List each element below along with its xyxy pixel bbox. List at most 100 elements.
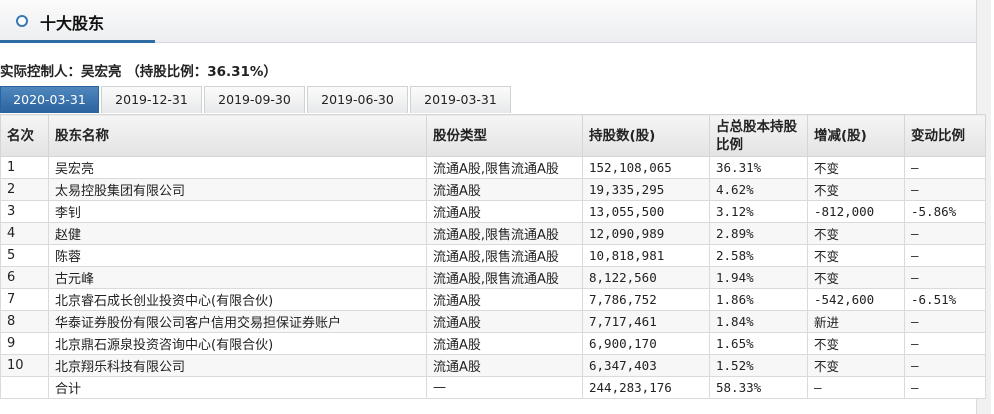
table-header-row: 名次 股东名称 股份类型 持股数(股) 占总股本持股比例 增减(股) 变动比例: [0, 114, 986, 157]
change-cell: —: [807, 376, 905, 399]
change-cell: 不变: [807, 354, 905, 377]
ratio-cell: 58.33%: [709, 376, 808, 399]
change-ratio-cell: —: [904, 354, 986, 377]
table-row: 7 北京睿石成长创业投资中心(有限合伙) 流通A股 7,786,752 1.86% -54…: [0, 288, 986, 311]
table-row: 2 太易控股集团有限公司 流通A股 19,335,295 4.62% 不变 —: [0, 178, 986, 201]
shareholders-table: 名次 股东名称 股份类型 持股数(股) 占总股本持股比例 增减(股) 变动比例 …: [0, 114, 986, 399]
actual-controller-text: 实际控制人：吴宏亮 （持股比例：36.31%）: [0, 64, 277, 80]
change-cell: 不变: [807, 244, 905, 267]
rank-cell: 3: [0, 200, 49, 223]
ratio-cell: 1.52%: [709, 354, 808, 377]
shareholder-name-cell: 古元峰: [48, 266, 427, 289]
change-ratio-cell: —: [904, 310, 986, 333]
shareholder-name-cell: 吴宏亮: [48, 156, 427, 179]
change-cell: 不变: [807, 178, 905, 201]
shareholder-name-cell: 太易控股集团有限公司: [48, 178, 427, 201]
shares-cell: 6,900,170: [582, 332, 710, 355]
table-row: 8 华泰证券股份有限公司客户信用交易担保证券账户 流通A股 7,717,461 1.84…: [0, 310, 986, 333]
col-rank-header: 名次: [0, 114, 49, 157]
col-shares-header: 持股数(股): [582, 114, 710, 157]
ratio-cell: 2.89%: [709, 222, 808, 245]
share-type-cell: 流通A股,限售流通A股: [426, 222, 583, 245]
rank-cell: 9: [0, 332, 49, 355]
shares-cell: 7,786,752: [582, 288, 710, 311]
tab-2019-03-31[interactable]: 2019-03-31: [410, 86, 511, 113]
tab-2019-06-30[interactable]: 2019-06-30: [307, 86, 408, 113]
section-title: 十大股东: [40, 14, 105, 33]
ratio-cell: 1.65%: [709, 332, 808, 355]
title-underline: [0, 40, 155, 43]
shareholder-name-cell: 赵健: [48, 222, 427, 245]
table-row: 5 陈蓉 流通A股,限售流通A股 10,818,981 2.58% 不变 —: [0, 244, 986, 267]
change-cell: -542,600: [807, 288, 905, 311]
rank-cell: 8: [0, 310, 49, 333]
ratio-cell: 36.31%: [709, 156, 808, 179]
shareholder-name-cell: 李钊: [48, 200, 427, 223]
change-ratio-cell: —: [904, 178, 986, 201]
shareholder-name-cell: 北京鼎石源泉投资咨询中心(有限合伙): [48, 332, 427, 355]
change-cell: 不变: [807, 266, 905, 289]
shareholder-name-cell: 华泰证券股份有限公司客户信用交易担保证券账户: [48, 310, 427, 333]
shares-cell: 8,122,560: [582, 266, 710, 289]
share-type-cell: 流通A股: [426, 354, 583, 377]
rank-cell: 5: [0, 244, 49, 267]
change-ratio-cell: —: [904, 376, 986, 399]
ratio-cell: 2.58%: [709, 244, 808, 267]
shares-cell: 12,090,989: [582, 222, 710, 245]
share-type-cell: —: [426, 376, 583, 399]
shares-cell: 10,818,981: [582, 244, 710, 267]
ratio-cell: 4.62%: [709, 178, 808, 201]
change-cell: 不变: [807, 222, 905, 245]
share-type-cell: 流通A股: [426, 178, 583, 201]
ratio-cell: 1.94%: [709, 266, 808, 289]
circle-bullet-icon: [16, 15, 28, 27]
rank-cell: [0, 376, 49, 399]
ratio-cell: 1.84%: [709, 310, 808, 333]
change-ratio-cell: -5.86%: [904, 200, 986, 223]
shares-cell: 19,335,295: [582, 178, 710, 201]
share-type-cell: 流通A股: [426, 310, 583, 333]
change-ratio-cell: —: [904, 244, 986, 267]
shareholder-name-cell: 北京睿石成长创业投资中心(有限合伙): [48, 288, 427, 311]
table-row: 6 古元峰 流通A股,限售流通A股 8,122,560 1.94% 不变 —: [0, 266, 986, 289]
share-type-cell: 流通A股: [426, 200, 583, 223]
tab-2020-03-31[interactable]: 2020-03-31: [0, 86, 99, 113]
ratio-cell: 3.12%: [709, 200, 808, 223]
shares-cell: 7,717,461: [582, 310, 710, 333]
change-ratio-cell: -6.51%: [904, 288, 986, 311]
rank-cell: 2: [0, 178, 49, 201]
share-type-cell: 流通A股,限售流通A股: [426, 266, 583, 289]
change-cell: -812,000: [807, 200, 905, 223]
total-row: 合计 —244,283,176 58.33% — —: [0, 376, 986, 399]
share-type-cell: 流通A股: [426, 332, 583, 355]
shares-cell: 13,055,500: [582, 200, 710, 223]
tab-2019-12-31[interactable]: 2019-12-31: [101, 86, 202, 113]
table-row: 4 赵健 流通A股,限售流通A股 12,090,989 2.89% 不变 —: [0, 222, 986, 245]
change-cell: 不变: [807, 332, 905, 355]
shareholder-name-cell: 合计: [48, 376, 427, 399]
rank-cell: 1: [0, 156, 49, 179]
col-ratio-header: 占总股本持股比例: [709, 114, 808, 157]
share-type-cell: 流通A股,限售流通A股: [426, 244, 583, 267]
change-ratio-cell: —: [904, 222, 986, 245]
change-ratio-cell: —: [904, 266, 986, 289]
shareholder-name-cell: 陈蓉: [48, 244, 427, 267]
table-row: 10 北京翔乐科技有限公司 流通A股 6,347,403 1.52% 不变 —: [0, 354, 986, 377]
ratio-cell: 1.86%: [709, 288, 808, 311]
section-header: 十大股东: [0, 0, 990, 43]
tab-2019-09-30[interactable]: 2019-09-30: [204, 86, 305, 113]
col-change-ratio-header: 变动比例: [904, 114, 986, 157]
rank-cell: 10: [0, 354, 49, 377]
col-name-header: 股东名称: [48, 114, 427, 157]
rank-cell: 6: [0, 266, 49, 289]
col-change-header: 增减(股): [807, 114, 905, 157]
table-row: 9 北京鼎石源泉投资咨询中心(有限合伙) 流通A股 6,900,170 1.65% 不变 —: [0, 332, 986, 355]
table-row: 3 李钊 流通A股 13,055,500 3.12% -812,000 -5.86%: [0, 200, 986, 223]
table-row: 1 吴宏亮 流通A股,限售流通A股 152,108,065 36.31% 不变 —: [0, 156, 986, 179]
share-type-cell: 流通A股,限售流通A股: [426, 156, 583, 179]
rank-cell: 7: [0, 288, 49, 311]
shares-cell: 244,283,176: [582, 376, 710, 399]
shares-cell: 152,108,065: [582, 156, 710, 179]
change-ratio-cell: —: [904, 332, 986, 355]
col-share-type-header: 股份类型: [426, 114, 583, 157]
